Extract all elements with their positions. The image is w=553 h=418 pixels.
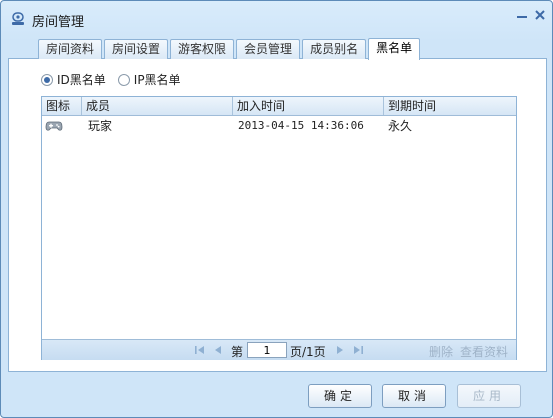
radio-label: ID黑名单 [57, 73, 106, 87]
table-row[interactable]: 玩家 2013-04-15 14:36:06 永久 [42, 116, 516, 136]
last-page-icon[interactable] [352, 344, 364, 356]
next-page-icon[interactable] [334, 344, 346, 356]
pagination-bar: 第 页/1页 删除 查看资料 [42, 339, 516, 360]
column-header-joined[interactable]: 加入时间 [233, 97, 384, 115]
radio-id-blacklist[interactable]: ID黑名单 [41, 71, 106, 88]
member-name: 玩家 [88, 119, 113, 133]
cancel-button[interactable]: 取消 [382, 384, 446, 408]
radio-label: IP黑名单 [133, 73, 181, 87]
minimize-icon[interactable] [514, 7, 530, 23]
apply-button[interactable]: 应用 [457, 384, 521, 408]
ok-button[interactable]: 确定 [308, 384, 372, 408]
tab-bar: 房间资料 房间设置 游客权限 会员管理 成员别名 黑名单 [38, 38, 422, 60]
close-icon[interactable] [532, 7, 548, 23]
joined-time: 2013-04-15 14:36:06 [238, 119, 364, 132]
previous-page-icon[interactable] [212, 344, 224, 356]
page-number-input[interactable] [247, 342, 287, 358]
gamepad-icon [45, 121, 63, 131]
tab-guest-permissions[interactable]: 游客权限 [170, 39, 235, 59]
window-title: 房间管理 [32, 15, 85, 30]
blacklist-table: 图标 成员 加入时间 到期时间 玩家 2013-04-15 14:36:06 永… [41, 96, 517, 360]
blacklist-type-selector: ID黑名单 IP黑名单 [41, 71, 193, 88]
radio-button[interactable] [41, 73, 53, 86]
column-header-expires[interactable]: 到期时间 [384, 97, 516, 115]
tab-room-info[interactable]: 房间资料 [38, 39, 103, 59]
page-prefix: 第 [231, 345, 244, 359]
radio-button[interactable] [117, 73, 130, 86]
tab-room-settings[interactable]: 房间设置 [104, 39, 169, 59]
tab-blacklist[interactable]: 黑名单 [368, 38, 421, 60]
radio-ip-blacklist[interactable]: IP黑名单 [117, 71, 181, 88]
column-header-icon[interactable]: 图标 [42, 97, 82, 115]
delete-link[interactable]: 删除 [429, 343, 453, 360]
expire-time: 永久 [388, 119, 413, 133]
column-header-member[interactable]: 成员 [82, 97, 233, 115]
table-header: 图标 成员 加入时间 到期时间 [42, 97, 516, 116]
tab-member-alias[interactable]: 成员别名 [302, 39, 367, 59]
room-management-window: 房间管理 房间资料 房间设置 游客权限 会员管理 成员别名 黑名单 ID黑名单 … [0, 0, 553, 418]
view-profile-link[interactable]: 查看资料 [460, 343, 508, 360]
title-bar: 房间管理 [1, 1, 552, 37]
app-icon [12, 12, 24, 25]
dialog-footer: 确定 取消 应用 [1, 376, 552, 417]
page-suffix: 页/1页 [290, 345, 326, 359]
first-page-icon[interactable] [194, 344, 206, 356]
tab-member-management[interactable]: 会员管理 [236, 39, 301, 59]
